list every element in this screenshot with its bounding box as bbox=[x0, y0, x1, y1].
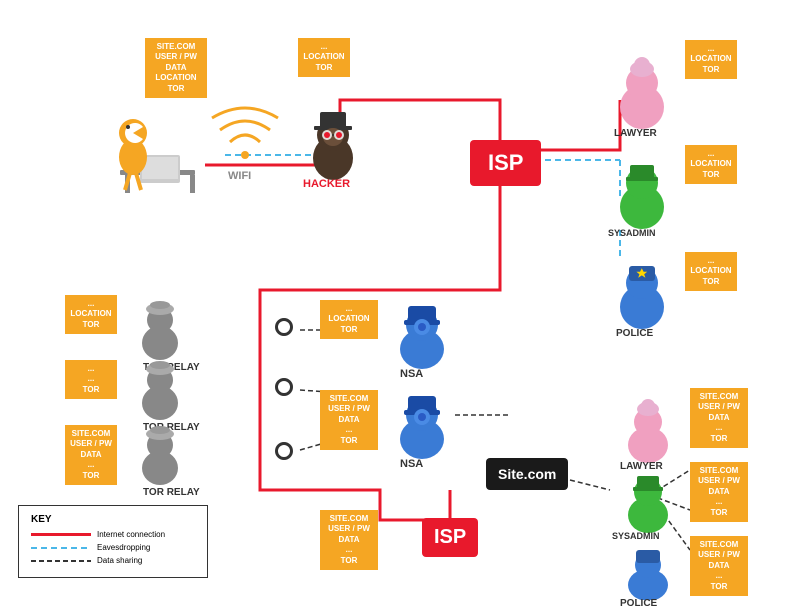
user-figure bbox=[105, 95, 195, 195]
key-title: KEY bbox=[31, 514, 195, 525]
police-label-top: POLICE bbox=[616, 328, 653, 339]
sysadmin-label-top: SYSADMIN bbox=[608, 228, 656, 238]
nsa2-label: NSA bbox=[400, 458, 423, 470]
nsa2-figure bbox=[390, 385, 455, 460]
lawyer-box-top: ... LOCATION TOR bbox=[685, 40, 737, 79]
police-figure-top bbox=[610, 255, 675, 330]
hacker-figure bbox=[298, 100, 368, 180]
wifi-symbol bbox=[210, 100, 280, 165]
police2-box: SITE.COM USER / PW DATA ... TOR bbox=[690, 536, 748, 596]
sysadmin2-box: SITE.COM USER / PW DATA ... TOR bbox=[690, 462, 748, 522]
isp-button-top: ISP bbox=[470, 140, 541, 186]
lawyer2-figure bbox=[618, 395, 678, 463]
sysadmin-box-top: ... LOCATION TOR bbox=[685, 145, 737, 184]
relay3-node bbox=[275, 442, 293, 460]
relay3-info-box: SITE.COM USER / PW DATA ... TOR bbox=[65, 425, 117, 485]
key-sharing-item: Data sharing bbox=[31, 556, 195, 565]
relay3-label: TOR RELAY bbox=[143, 487, 200, 498]
police2-figure bbox=[618, 540, 678, 600]
internet-line-icon bbox=[31, 533, 91, 536]
relay3-figure bbox=[130, 420, 190, 485]
user-info-box: SITE.COM USER / PW DATA LOCATION TOR bbox=[145, 38, 207, 98]
site-button: Site.com bbox=[486, 458, 568, 490]
relay1-info-box: ... LOCATION TOR bbox=[65, 295, 117, 334]
location-box-top: ... LOCATION TOR bbox=[298, 38, 350, 77]
lawyer-label-top: LAWYER bbox=[614, 128, 657, 139]
wifi-label: WIFI bbox=[228, 170, 251, 182]
nsa1-label: NSA bbox=[400, 368, 423, 380]
nsa1-info-box: ... LOCATION TOR bbox=[320, 300, 378, 339]
sysadmin2-figure bbox=[618, 465, 678, 533]
eavesdrop-line-icon bbox=[31, 547, 91, 549]
key-internet-item: Internet connection bbox=[31, 530, 195, 539]
relay2-info-box: ... ... TOR bbox=[65, 360, 117, 399]
hacker-label: HACKER bbox=[303, 178, 350, 190]
key-box: KEY Internet connection Eavesdropping Da… bbox=[18, 505, 208, 578]
sysadmin-figure-top bbox=[610, 155, 675, 230]
isp2-box: SITE.COM USER / PW DATA ... TOR bbox=[320, 510, 378, 570]
relay2-figure bbox=[130, 355, 190, 420]
lawyer-figure-top bbox=[610, 55, 675, 130]
nsa2-info-box: SITE.COM USER / PW DATA ... TOR bbox=[320, 390, 378, 450]
lawyer2-box: SITE.COM USER / PW DATA ... TOR bbox=[690, 388, 748, 448]
police2-label: POLICE bbox=[620, 598, 657, 609]
nsa1-figure bbox=[390, 295, 455, 370]
key-eavesdrop-item: Eavesdropping bbox=[31, 543, 195, 552]
police-box-top: ... LOCATION TOR bbox=[685, 252, 737, 291]
relay1-figure bbox=[130, 295, 190, 360]
relay1-node bbox=[275, 318, 293, 336]
diagram: SITE.COM USER / PW DATA LOCATION TOR ...… bbox=[0, 0, 792, 612]
isp-button-bottom: ISP bbox=[422, 518, 478, 557]
sharing-line-icon bbox=[31, 560, 91, 562]
relay2-node bbox=[275, 378, 293, 396]
